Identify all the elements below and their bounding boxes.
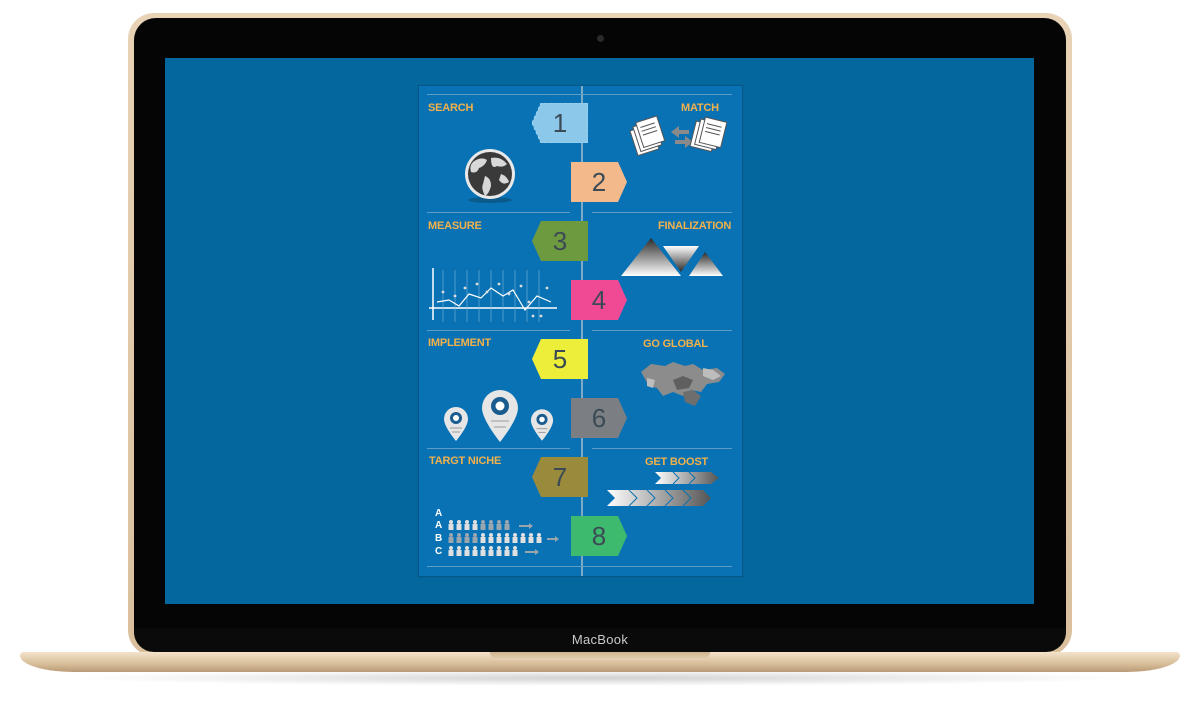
step-tag-2: 2 [571,162,627,202]
step-tag-1: 1 [532,103,588,143]
globe-icon [465,149,515,203]
laptop-notch [490,652,710,660]
boost-arrows-icon [607,471,719,507]
niche-row-label: B [435,533,443,544]
step-tag-8: 8 [571,516,627,556]
niche-rows: A A B C [431,508,571,568]
timeline-spine [581,86,583,576]
divider [427,448,570,449]
step-label-finalization: FINALIZATION [658,220,732,232]
people-icon-rows [448,520,559,556]
step-tag-7: 7 [532,457,588,497]
step-label-search: SEARCH [428,102,474,114]
niche-row-label: C [435,546,443,557]
documents-match-icon [629,115,727,157]
divider [427,94,732,95]
step-label-get-boost: GET BOOST [645,456,708,468]
step-tag-6: 6 [571,398,627,438]
camera-icon [597,35,604,42]
divider [427,330,570,331]
step-label-match: MATCH [681,102,719,114]
step-tag-4: 4 [571,280,627,320]
map-pin-icon [444,407,468,441]
laptop-shadow [60,670,1140,686]
step-label-go-global: GO GLOBAL [643,338,708,350]
pyramids-icon [621,238,723,276]
measure-chart-icon [429,268,557,322]
world-map-icon [641,362,725,406]
map-pin-icon [530,409,554,441]
map-pin-large-icon [482,390,518,442]
divider [592,448,732,449]
step-label-implement: IMPLEMENT [428,337,491,349]
divider [427,212,570,213]
infographic-poster: SEARCH MATCH MEASURE FINALIZATION IMPLEM… [418,85,743,577]
brand-label: MacBook [571,632,629,647]
step-label-measure: MEASURE [428,220,482,232]
step-tag-3: 3 [532,221,588,261]
laptop-screen: SEARCH MATCH MEASURE FINALIZATION IMPLEM… [165,58,1034,604]
step-label-target-niche: TARGT NICHE [429,455,502,467]
niche-row-label: A [435,508,443,519]
divider [592,212,732,213]
niche-row-label: A [435,520,443,531]
divider [592,330,732,331]
step-tag-5: 5 [532,339,588,379]
